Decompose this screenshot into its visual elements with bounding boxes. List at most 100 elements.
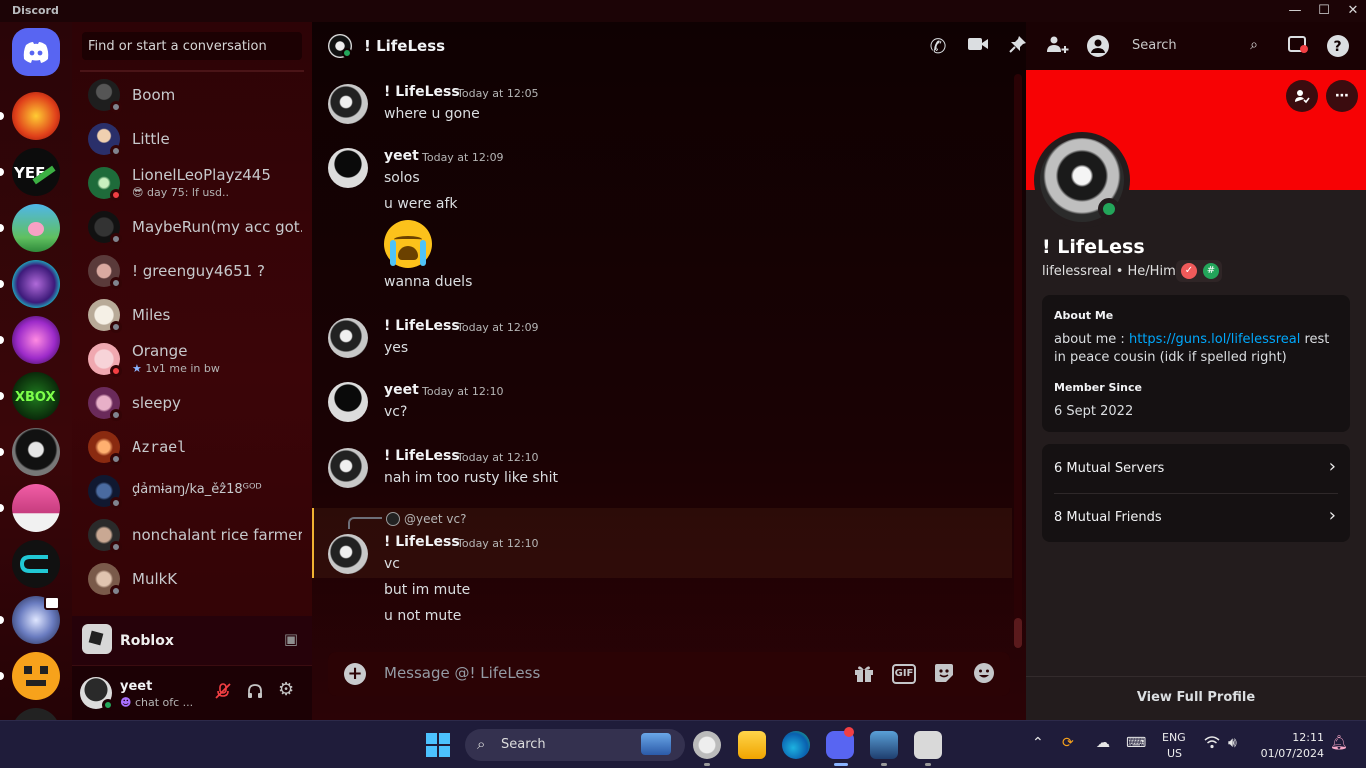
- dm-name: Boom: [132, 86, 176, 104]
- message-list: ! LifeLess Today at 12:05 where u gone y…: [312, 70, 1016, 642]
- about-link[interactable]: https://guns.lol/lifelessreal: [1129, 332, 1300, 347]
- monitor-app-icon[interactable]: [870, 731, 898, 759]
- dm-item-damian[interactable]: ḑảmɨaɱ/ka_ěẑ18ᴳᴼᴰ: [80, 470, 304, 512]
- dm-item-little[interactable]: Little: [80, 118, 304, 160]
- volume-icon[interactable]: 🔊︎: [1228, 735, 1237, 751]
- home-button[interactable]: [12, 28, 60, 76]
- view-full-profile-button[interactable]: View Full Profile: [1026, 690, 1366, 705]
- video-call-icon[interactable]: [966, 34, 990, 58]
- message-author[interactable]: ! LifeLess: [384, 534, 460, 550]
- avatar[interactable]: [328, 148, 368, 188]
- headphones-icon[interactable]: [246, 682, 264, 704]
- message-author[interactable]: yeet: [384, 148, 419, 164]
- keyboard-icon[interactable]: ⌨: [1126, 735, 1146, 751]
- dm-item-orange[interactable]: Orange ★ 1v1 me in bw: [80, 338, 304, 380]
- dm-item-boom[interactable]: Boom: [80, 74, 304, 116]
- avatar[interactable]: [328, 448, 368, 488]
- server-castle-icon[interactable]: [12, 484, 60, 532]
- user-profile-icon[interactable]: [1086, 34, 1110, 63]
- dm-item-nonchalant[interactable]: nonchalant rice farmer: [80, 514, 304, 556]
- star-icon: ★: [132, 362, 142, 375]
- sticker-icon[interactable]: [932, 662, 956, 686]
- avatar[interactable]: [328, 84, 368, 124]
- dm-item-miles[interactable]: Miles: [80, 294, 304, 336]
- mouse-app-icon[interactable]: [693, 731, 721, 759]
- server-purple-icon[interactable]: [12, 260, 60, 308]
- app-title: Discord: [12, 4, 59, 17]
- chevron-right-icon: ›: [1328, 505, 1336, 526]
- dm-item-greenguy[interactable]: ! greenguy4651 ?: [80, 250, 304, 292]
- edge-browser-icon[interactable]: [782, 731, 810, 759]
- message-author[interactable]: ! LifeLess: [384, 448, 460, 464]
- heart-badge-icon[interactable]: ✓: [1181, 263, 1197, 279]
- help-icon[interactable]: ?: [1326, 34, 1350, 63]
- server-kirby-icon[interactable]: [12, 204, 60, 252]
- maximize-button[interactable]: ☐: [1309, 1, 1339, 21]
- dm-item-sleepy[interactable]: sleepy: [80, 382, 304, 424]
- mute-mic-icon[interactable]: [214, 682, 232, 704]
- server-partial-icon[interactable]: [12, 708, 60, 720]
- search-icon: ⌕: [477, 735, 486, 753]
- server-scream-icon[interactable]: [12, 428, 60, 476]
- avatar[interactable]: [328, 318, 368, 358]
- scrollbar-track[interactable]: [1014, 74, 1022, 648]
- scrollbar-thumb[interactable]: [1014, 618, 1022, 648]
- keyboard-layout[interactable]: US: [1167, 747, 1182, 760]
- message-text: vc?: [384, 404, 408, 420]
- start-button[interactable]: [426, 733, 450, 757]
- dm-custom-status: 😎 day 75: lf usd..: [132, 186, 229, 199]
- add-friend-icon[interactable]: [1286, 80, 1318, 112]
- avatar[interactable]: [328, 534, 368, 574]
- emoji-picker-icon[interactable]: [972, 662, 996, 686]
- header-search-input[interactable]: Search ⌕: [1122, 34, 1266, 58]
- add-friends-icon[interactable]: [1046, 34, 1070, 59]
- message-input[interactable]: [384, 664, 824, 682]
- dm-item-lionel[interactable]: LionelLeoPlayz445 😎 day 75: lf usd..: [80, 162, 304, 204]
- gif-button[interactable]: GIF: [892, 664, 916, 684]
- notification-bell-icon[interactable]: 🔔︎: [1330, 735, 1348, 751]
- avatar[interactable]: [328, 382, 368, 422]
- gift-icon[interactable]: [852, 662, 876, 686]
- dm-name: ḑảmɨaɱ/ka_ěẑ18ᴳᴼᴰ: [132, 482, 262, 497]
- reply-preview[interactable]: @yeet vc?: [404, 512, 466, 526]
- settings-gear-icon[interactable]: ⚙: [278, 679, 294, 700]
- server-pink-icon[interactable]: [12, 316, 60, 364]
- clock-time[interactable]: 12:11: [1244, 731, 1324, 744]
- wifi-icon[interactable]: [1204, 735, 1220, 753]
- file-explorer-icon[interactable]: [738, 731, 766, 759]
- minimize-button[interactable]: —: [1280, 1, 1310, 21]
- dm-name: Miles: [132, 306, 171, 324]
- server-fire-icon[interactable]: [12, 92, 60, 140]
- clock-date[interactable]: 01/07/2024: [1244, 747, 1324, 760]
- more-options-icon[interactable]: ⋯: [1326, 80, 1358, 112]
- taskbar-search[interactable]: ⌕ Search: [465, 729, 685, 761]
- dm-item-mulkk[interactable]: MulkK: [80, 558, 304, 600]
- cloud-icon[interactable]: ☁: [1096, 735, 1110, 751]
- hashtag-badge-icon[interactable]: #: [1203, 263, 1219, 279]
- mutual-friends-button[interactable]: 8 Mutual Friends ›: [1042, 493, 1350, 542]
- server-c-icon[interactable]: [12, 540, 60, 588]
- screen-share-icon[interactable]: ▣: [284, 630, 298, 648]
- dm-search-input[interactable]: Find or start a conversation: [82, 32, 302, 60]
- server-face-icon[interactable]: [12, 652, 60, 700]
- pin-icon[interactable]: [1006, 34, 1030, 59]
- message-author[interactable]: ! LifeLess: [384, 318, 460, 334]
- yeet-server-icon: YEE: [13, 164, 56, 185]
- message-author[interactable]: yeet: [384, 382, 419, 398]
- user-panel: yeet ☻ chat ofc ... ⚙: [72, 666, 312, 720]
- dm-item-mayberun[interactable]: MaybeRun(my acc got...: [80, 206, 304, 248]
- sync-icon[interactable]: ⟳: [1062, 735, 1074, 751]
- dm-item-azrael[interactable]: Azrael: [80, 426, 304, 468]
- inbox-icon[interactable]: [1286, 34, 1310, 59]
- profile-handle: lifelessreal • He/Him: [1042, 264, 1176, 279]
- chevron-up-icon[interactable]: ⌃: [1032, 735, 1044, 751]
- close-button[interactable]: ✕: [1338, 1, 1366, 21]
- message-author[interactable]: ! LifeLess: [384, 84, 460, 100]
- roblox-taskbar-icon[interactable]: [914, 731, 942, 759]
- server-xbox-icon[interactable]: XBOX: [12, 372, 60, 420]
- mutual-servers-button[interactable]: 6 Mutual Servers ›: [1042, 444, 1350, 493]
- add-attachment-icon[interactable]: +: [344, 663, 366, 685]
- voice-call-icon[interactable]: ✆: [926, 34, 950, 58]
- server-yeet-icon[interactable]: YEE: [12, 148, 60, 196]
- language-indicator[interactable]: ENG: [1162, 731, 1186, 744]
